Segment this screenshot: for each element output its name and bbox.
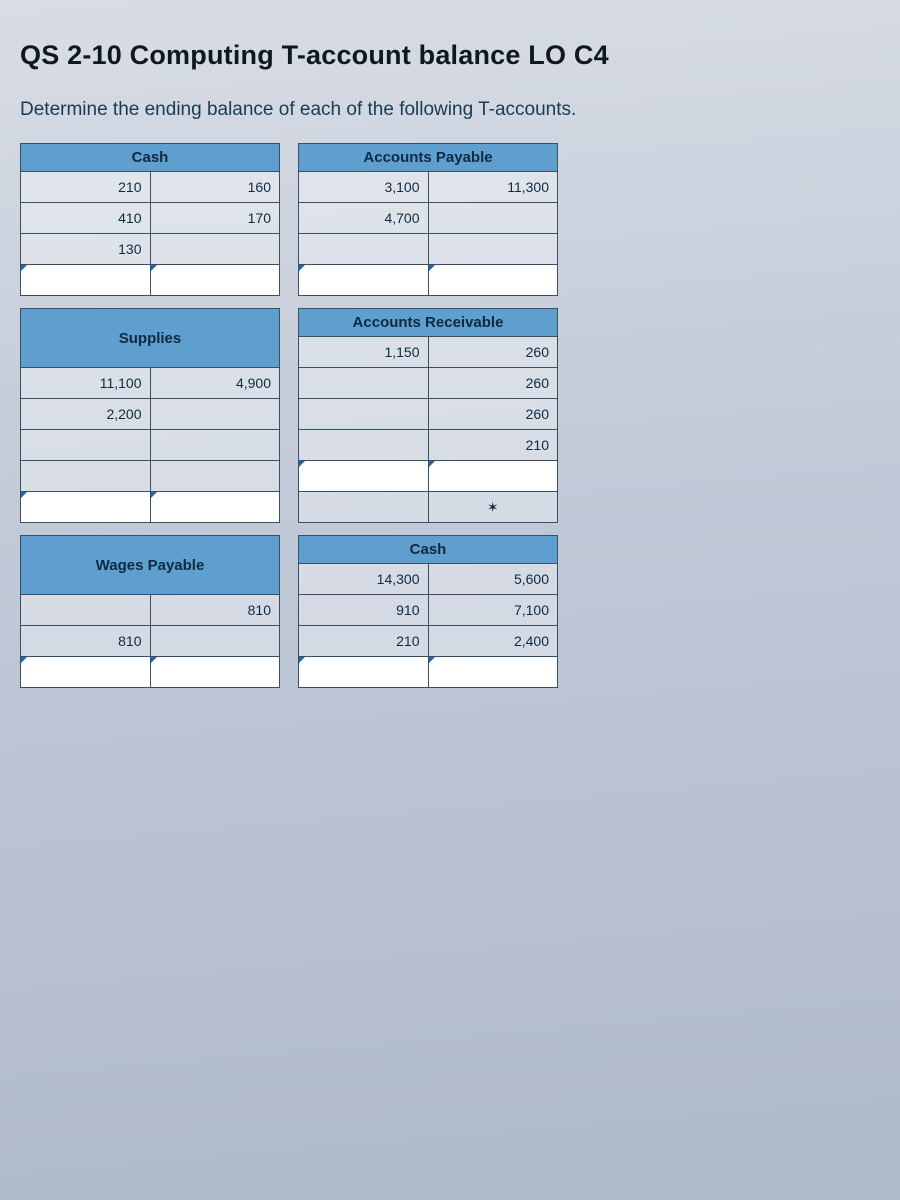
account-header: Cash [299,536,558,564]
prompt-text: Determine the ending balance of each of … [20,99,880,121]
debit-cell: 130 [21,234,151,265]
t-account-cash: Cash 210160 410170 130 [20,143,280,296]
credit-cell: 260 [428,368,558,399]
t-account-wages-payable: Wages Payable 810 810 [20,535,280,688]
debit-cell [21,595,151,626]
balance-input-row [21,657,280,688]
debit-cell: 1,150 [299,337,429,368]
table-row: 130 [21,234,280,265]
star-icon: ✶ [428,492,558,523]
debit-cell: 14,300 [299,564,429,595]
balance-input-row [299,265,558,296]
account-header: Wages Payable [21,536,280,595]
table-row: 260 [299,399,558,430]
debit-cell [21,430,151,461]
table-row: 2,200 [21,399,280,430]
table-row: 11,1004,900 [21,368,280,399]
balance-input-row [21,265,280,296]
credit-cell: 7,100 [428,595,558,626]
table-row: 410170 [21,203,280,234]
debit-cell: 210 [299,626,429,657]
credit-balance-input[interactable] [428,657,558,688]
table-row: ✶ [299,492,558,523]
credit-cell: 5,600 [428,564,558,595]
debit-cell: 810 [21,626,151,657]
t-account-accounts-receivable: Accounts Receivable 1,150260 260 260 210… [298,308,558,523]
debit-cell [21,461,151,492]
credit-balance-input[interactable] [428,461,558,492]
credit-cell: 260 [428,399,558,430]
debit-cell [299,399,429,430]
table-row [21,461,280,492]
table-row: 1,150260 [299,337,558,368]
table-row: 9107,100 [299,595,558,626]
t-account-supplies: Supplies 11,1004,900 2,200 [20,308,280,523]
t-account-accounts-payable: Accounts Payable 3,10011,300 4,700 [298,143,558,296]
debit-cell: 210 [21,172,151,203]
credit-cell [150,399,280,430]
debit-cell: 910 [299,595,429,626]
debit-cell: 11,100 [21,368,151,399]
balance-input-row [21,492,280,523]
t-account-cash-2: Cash 14,3005,600 9107,100 2102,400 [298,535,558,688]
credit-cell [150,626,280,657]
credit-cell [150,461,280,492]
credit-cell: 170 [150,203,280,234]
table-row: 2102,400 [299,626,558,657]
table-row: 810 [21,595,280,626]
credit-balance-input[interactable] [150,265,280,296]
credit-cell: 260 [428,337,558,368]
credit-cell [150,430,280,461]
debit-cell: 410 [21,203,151,234]
debit-cell [299,368,429,399]
empty-cell [299,492,429,523]
debit-balance-input[interactable] [299,461,429,492]
table-row: 210160 [21,172,280,203]
credit-cell: 210 [428,430,558,461]
debit-balance-input[interactable] [299,657,429,688]
table-row: 210 [299,430,558,461]
account-header: Supplies [21,309,280,368]
credit-cell [428,234,558,265]
credit-balance-input[interactable] [150,492,280,523]
balance-input-row [299,657,558,688]
debit-balance-input[interactable] [21,657,151,688]
table-row [299,234,558,265]
table-row: 810 [21,626,280,657]
credit-cell: 11,300 [428,172,558,203]
account-header: Cash [21,144,280,172]
credit-cell [428,203,558,234]
debit-balance-input[interactable] [21,492,151,523]
credit-cell: 160 [150,172,280,203]
account-header: Accounts Payable [299,144,558,172]
debit-balance-input[interactable] [299,265,429,296]
t-account-grid: Cash 210160 410170 130 Accounts Payable … [20,143,558,700]
debit-balance-input[interactable] [21,265,151,296]
table-row: 260 [299,368,558,399]
credit-balance-input[interactable] [150,657,280,688]
account-header: Accounts Receivable [299,309,558,337]
table-row: 14,3005,600 [299,564,558,595]
debit-cell: 2,200 [21,399,151,430]
table-row: 3,10011,300 [299,172,558,203]
credit-cell [150,234,280,265]
debit-cell [299,430,429,461]
page-title: QS 2-10 Computing T-account balance LO C… [20,40,880,71]
credit-balance-input[interactable] [428,265,558,296]
credit-cell: 810 [150,595,280,626]
debit-cell [299,234,429,265]
debit-cell: 3,100 [299,172,429,203]
credit-cell: 2,400 [428,626,558,657]
balance-input-row [299,461,558,492]
table-row [21,430,280,461]
credit-cell: 4,900 [150,368,280,399]
table-row: 4,700 [299,203,558,234]
debit-cell: 4,700 [299,203,429,234]
